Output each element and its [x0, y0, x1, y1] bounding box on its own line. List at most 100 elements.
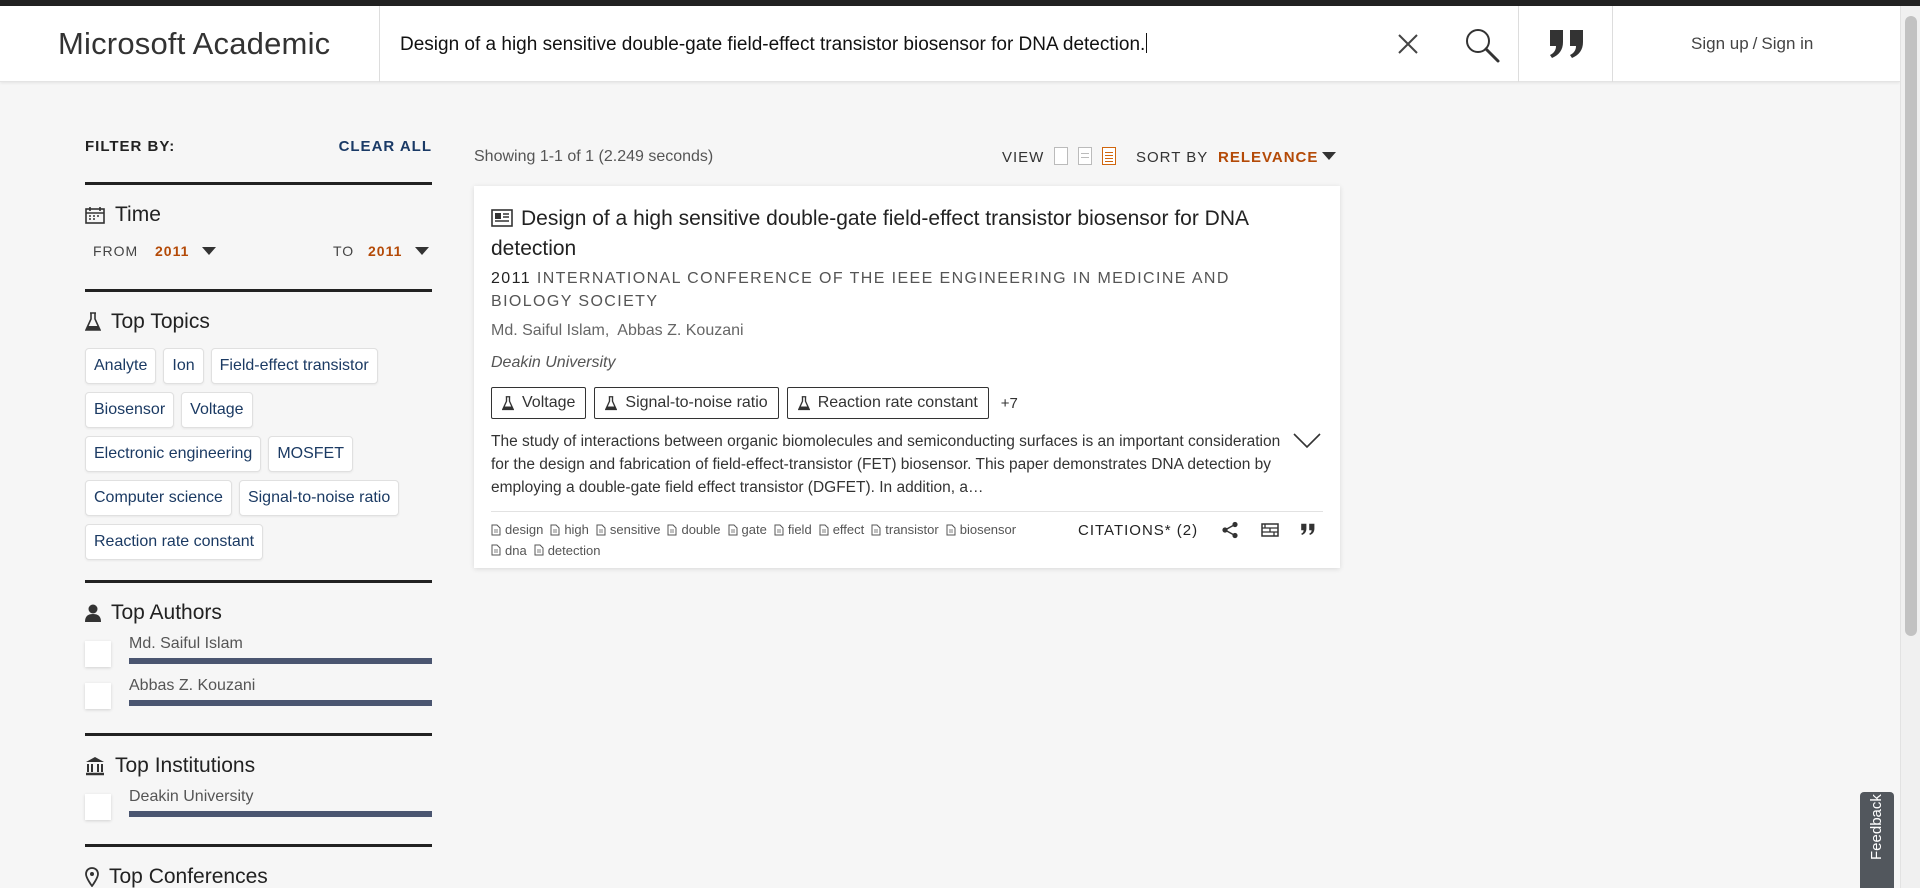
document-icon	[871, 524, 881, 535]
chevron-down-icon[interactable]	[415, 247, 429, 255]
topic-chip[interactable]: Voltage	[181, 392, 253, 428]
topic-chip[interactable]: Biosensor	[85, 392, 175, 428]
topic-chip[interactable]: Computer science	[85, 480, 232, 516]
topic-tag-label: Reaction rate constant	[817, 394, 978, 411]
cite-quote-icon[interactable]	[1300, 521, 1316, 537]
keyword-link[interactable]: dna	[491, 541, 527, 560]
chevron-down-icon[interactable]	[1322, 152, 1336, 160]
topic-chip[interactable]: Analyte	[85, 348, 157, 384]
document-icon	[774, 524, 784, 535]
topic-chip[interactable]: Reaction rate constant	[85, 524, 264, 560]
document-icon	[946, 524, 956, 535]
filter-header: FILTER BY: CLEAR ALL	[85, 136, 432, 182]
search-query-text[interactable]: Design of a high sensitive double-gate f…	[400, 33, 1147, 56]
document-icon	[534, 544, 544, 556]
document-icon	[550, 524, 560, 535]
keyword-link[interactable]: transistor	[871, 520, 939, 539]
paper-title[interactable]: Design of a high sensitive double-gate f…	[491, 207, 1248, 260]
topic-chip[interactable]: Electronic engineering	[85, 436, 262, 472]
from-label: FROM	[93, 243, 139, 259]
chevron-down-icon[interactable]	[202, 247, 216, 255]
logo[interactable]: Microsoft Academic	[58, 26, 330, 62]
search-icon[interactable]	[1463, 26, 1501, 64]
keyword-link[interactable]: double	[667, 520, 721, 539]
paper-venue[interactable]: 2011 INTERNATIONAL CONFERENCE OF THE IEE…	[491, 267, 1291, 313]
topic-tag[interactable]: Reaction rate constant	[786, 387, 989, 419]
topic-chip[interactable]: Field-effect transistor	[210, 348, 378, 384]
filter-checkbox[interactable]	[85, 794, 111, 820]
author-link[interactable]: Abbas Z. Kouzani	[617, 322, 743, 339]
filter-item[interactable]: Md. Saiful Islam	[85, 635, 432, 677]
keyword-link[interactable]: gate	[728, 520, 767, 539]
to-year-select[interactable]: 2011	[368, 243, 402, 259]
search-input[interactable]: Design of a high sensitive double-gate f…	[379, 6, 1518, 82]
flask-icon	[605, 395, 618, 410]
paper-keywords: design high sensitive double gate field effect…	[491, 520, 1051, 561]
keyword-link[interactable]: detection	[534, 541, 601, 560]
flask-icon	[85, 312, 101, 331]
list-view-icon[interactable]	[1078, 147, 1092, 165]
header: Microsoft Academic Design of a high sens…	[0, 6, 1900, 82]
topics-title-label: Top Topics	[111, 310, 210, 333]
share-icon[interactable]	[1221, 521, 1239, 539]
author-filter-list: Md. Saiful Islam Abbas Z. Kouzani	[85, 627, 432, 733]
document-icon	[667, 524, 677, 535]
filter-by-label: FILTER BY:	[85, 138, 176, 155]
topic-tag-label: Signal-to-noise ratio	[625, 394, 768, 411]
feedback-label[interactable]: Feedback	[1868, 794, 1885, 860]
keyword-label: sensitive	[609, 522, 661, 537]
scrollbar-thumb[interactable]	[1905, 16, 1917, 636]
person-icon	[85, 604, 101, 622]
filter-item[interactable]: Deakin University	[85, 788, 432, 830]
filter-item-label: Deakin University	[129, 788, 254, 805]
keyword-label: double	[681, 522, 721, 537]
topic-tag[interactable]: Voltage	[491, 387, 587, 419]
feedback-tab[interactable]: Feedback	[1860, 792, 1894, 888]
paper-year: 2011	[491, 270, 532, 287]
filter-item[interactable]: Abbas Z. Kouzani	[85, 677, 432, 719]
keyword-link[interactable]: design	[491, 520, 543, 539]
flask-icon	[502, 395, 514, 410]
paper-title-link[interactable]: Design of a high sensitive double-gate f…	[491, 204, 1321, 264]
keyword-link[interactable]: effect	[819, 520, 864, 539]
view-label: VIEW	[1002, 149, 1045, 166]
filter-checkbox[interactable]	[85, 641, 111, 667]
library-icon[interactable]	[1260, 521, 1280, 539]
topic-chip[interactable]: Signal-to-noise ratio	[238, 480, 400, 516]
from-year-select[interactable]: 2011	[155, 243, 189, 259]
filter-count-bar	[129, 700, 432, 706]
results-toolbar: Showing 1-1 of 1 (2.249 seconds) VIEW SO…	[474, 146, 1340, 170]
expand-chevron-icon[interactable]	[1292, 432, 1322, 450]
filter-checkbox[interactable]	[85, 683, 111, 709]
sign-up-link[interactable]: Sign up	[1691, 34, 1749, 53]
citations-link[interactable]: CITATIONS* (2)	[1078, 522, 1198, 539]
paper-topic-tags: Voltage Signal-to-noise ratio Reaction rat…	[491, 387, 1018, 419]
keyword-label: high	[564, 522, 589, 537]
more-tags-link[interactable]: +7	[1001, 395, 1018, 412]
conferences-section: Top Conferences	[85, 844, 432, 888]
cite-button[interactable]	[1518, 6, 1613, 82]
topic-chip[interactable]: MOSFET	[268, 436, 353, 472]
detail-view-icon[interactable]	[1102, 147, 1116, 165]
keyword-link[interactable]: field	[774, 520, 812, 539]
clear-search-icon[interactable]	[1394, 30, 1422, 58]
topic-chip[interactable]: Ion	[163, 348, 204, 384]
document-icon	[819, 524, 829, 535]
keyword-link[interactable]: high	[550, 520, 589, 539]
compact-view-icon[interactable]	[1054, 147, 1068, 165]
venue-name[interactable]: INTERNATIONAL CONFERENCE OF THE IEEE ENG…	[491, 270, 1230, 310]
authors-section: Top Authors Md. Saiful Islam Abbas Z. Kou…	[85, 580, 432, 733]
document-icon	[491, 544, 501, 556]
clear-all-button[interactable]: CLEAR ALL	[339, 138, 432, 155]
sort-select[interactable]: RELEVANCE	[1218, 149, 1318, 166]
keyword-label: detection	[547, 542, 601, 558]
keyword-link[interactable]: sensitive	[596, 520, 661, 539]
page-scrollbar[interactable]	[1900, 6, 1920, 888]
topic-tag[interactable]: Signal-to-noise ratio	[594, 387, 779, 419]
paper-card: Design of a high sensitive double-gate f…	[474, 186, 1340, 568]
sign-in-link[interactable]: Sign in	[1761, 34, 1813, 53]
document-icon	[596, 524, 606, 535]
keyword-link[interactable]: biosensor	[946, 520, 1016, 539]
author-link[interactable]: Md. Saiful Islam,	[491, 322, 609, 339]
paper-affiliation[interactable]: Deakin University	[491, 354, 615, 372]
